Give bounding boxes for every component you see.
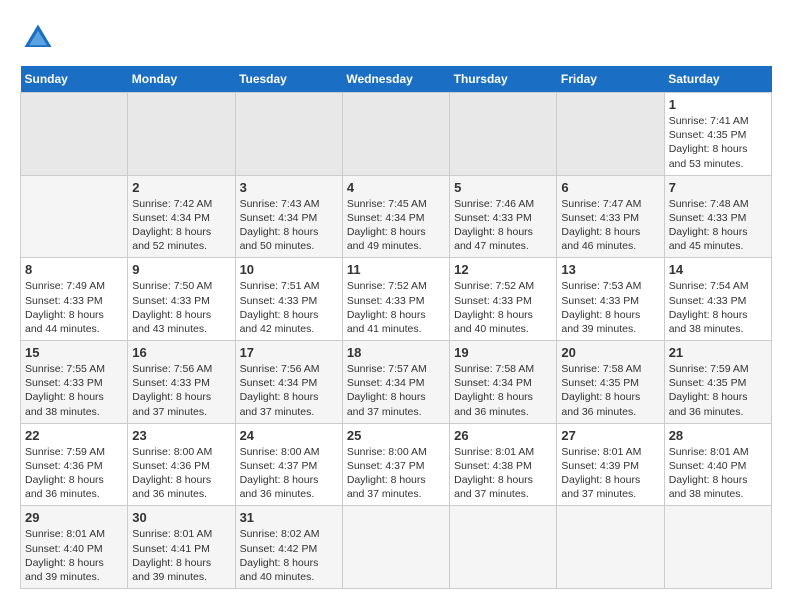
col-thursday: Thursday (450, 66, 557, 93)
table-row: 20 Sunrise: 7:58 AM Sunset: 4:35 PM Dayl… (557, 341, 664, 424)
table-row: 5 Sunrise: 7:46 AM Sunset: 4:33 PM Dayli… (450, 175, 557, 258)
page-header (20, 20, 772, 56)
col-sunday: Sunday (21, 66, 128, 93)
table-row: 12 Sunrise: 7:52 AM Sunset: 4:33 PM Dayl… (450, 258, 557, 341)
table-row: 2 Sunrise: 7:42 AM Sunset: 4:34 PM Dayli… (128, 175, 235, 258)
empty-cell (450, 93, 557, 176)
table-row: 7 Sunrise: 7:48 AM Sunset: 4:33 PM Dayli… (664, 175, 771, 258)
table-row: 9 Sunrise: 7:50 AM Sunset: 4:33 PM Dayli… (128, 258, 235, 341)
logo (20, 20, 62, 56)
calendar-row: 1 Sunrise: 7:41 AM Sunset: 4:35 PM Dayli… (21, 93, 772, 176)
empty-cell (557, 506, 664, 589)
col-monday: Monday (128, 66, 235, 93)
table-row: 21 Sunrise: 7:59 AM Sunset: 4:35 PM Dayl… (664, 341, 771, 424)
empty-cell (342, 506, 449, 589)
logo-icon (20, 20, 56, 56)
calendar-row: 8 Sunrise: 7:49 AM Sunset: 4:33 PM Dayli… (21, 258, 772, 341)
col-wednesday: Wednesday (342, 66, 449, 93)
col-tuesday: Tuesday (235, 66, 342, 93)
table-row: 11 Sunrise: 7:52 AM Sunset: 4:33 PM Dayl… (342, 258, 449, 341)
table-row: 22 Sunrise: 7:59 AM Sunset: 4:36 PM Dayl… (21, 423, 128, 506)
table-row: 3 Sunrise: 7:43 AM Sunset: 4:34 PM Dayli… (235, 175, 342, 258)
empty-cell (21, 93, 128, 176)
table-row: 19 Sunrise: 7:58 AM Sunset: 4:34 PM Dayl… (450, 341, 557, 424)
table-row: 24 Sunrise: 8:00 AM Sunset: 4:37 PM Dayl… (235, 423, 342, 506)
table-row: 1 Sunrise: 7:41 AM Sunset: 4:35 PM Dayli… (664, 93, 771, 176)
table-row: 14 Sunrise: 7:54 AM Sunset: 4:33 PM Dayl… (664, 258, 771, 341)
empty-cell (235, 93, 342, 176)
col-saturday: Saturday (664, 66, 771, 93)
empty-cell (21, 175, 128, 258)
table-row: 25 Sunrise: 8:00 AM Sunset: 4:37 PM Dayl… (342, 423, 449, 506)
calendar-table: Sunday Monday Tuesday Wednesday Thursday… (20, 66, 772, 589)
col-friday: Friday (557, 66, 664, 93)
table-row: 26 Sunrise: 8:01 AM Sunset: 4:38 PM Dayl… (450, 423, 557, 506)
calendar-row: 22 Sunrise: 7:59 AM Sunset: 4:36 PM Dayl… (21, 423, 772, 506)
table-row: 29 Sunrise: 8:01 AM Sunset: 4:40 PM Dayl… (21, 506, 128, 589)
table-row: 16 Sunrise: 7:56 AM Sunset: 4:33 PM Dayl… (128, 341, 235, 424)
empty-cell (342, 93, 449, 176)
table-row: 6 Sunrise: 7:47 AM Sunset: 4:33 PM Dayli… (557, 175, 664, 258)
table-row: 31 Sunrise: 8:02 AM Sunset: 4:42 PM Dayl… (235, 506, 342, 589)
table-row: 4 Sunrise: 7:45 AM Sunset: 4:34 PM Dayli… (342, 175, 449, 258)
table-row: 28 Sunrise: 8:01 AM Sunset: 4:40 PM Dayl… (664, 423, 771, 506)
calendar-row: 29 Sunrise: 8:01 AM Sunset: 4:40 PM Dayl… (21, 506, 772, 589)
empty-cell (450, 506, 557, 589)
calendar-row: 2 Sunrise: 7:42 AM Sunset: 4:34 PM Dayli… (21, 175, 772, 258)
empty-cell (557, 93, 664, 176)
table-row: 27 Sunrise: 8:01 AM Sunset: 4:39 PM Dayl… (557, 423, 664, 506)
header-row: Sunday Monday Tuesday Wednesday Thursday… (21, 66, 772, 93)
table-row: 17 Sunrise: 7:56 AM Sunset: 4:34 PM Dayl… (235, 341, 342, 424)
table-row: 18 Sunrise: 7:57 AM Sunset: 4:34 PM Dayl… (342, 341, 449, 424)
calendar-row: 15 Sunrise: 7:55 AM Sunset: 4:33 PM Dayl… (21, 341, 772, 424)
table-row: 8 Sunrise: 7:49 AM Sunset: 4:33 PM Dayli… (21, 258, 128, 341)
table-row: 15 Sunrise: 7:55 AM Sunset: 4:33 PM Dayl… (21, 341, 128, 424)
table-row: 30 Sunrise: 8:01 AM Sunset: 4:41 PM Dayl… (128, 506, 235, 589)
table-row: 23 Sunrise: 8:00 AM Sunset: 4:36 PM Dayl… (128, 423, 235, 506)
table-row: 13 Sunrise: 7:53 AM Sunset: 4:33 PM Dayl… (557, 258, 664, 341)
empty-cell (128, 93, 235, 176)
table-row: 10 Sunrise: 7:51 AM Sunset: 4:33 PM Dayl… (235, 258, 342, 341)
empty-cell (664, 506, 771, 589)
